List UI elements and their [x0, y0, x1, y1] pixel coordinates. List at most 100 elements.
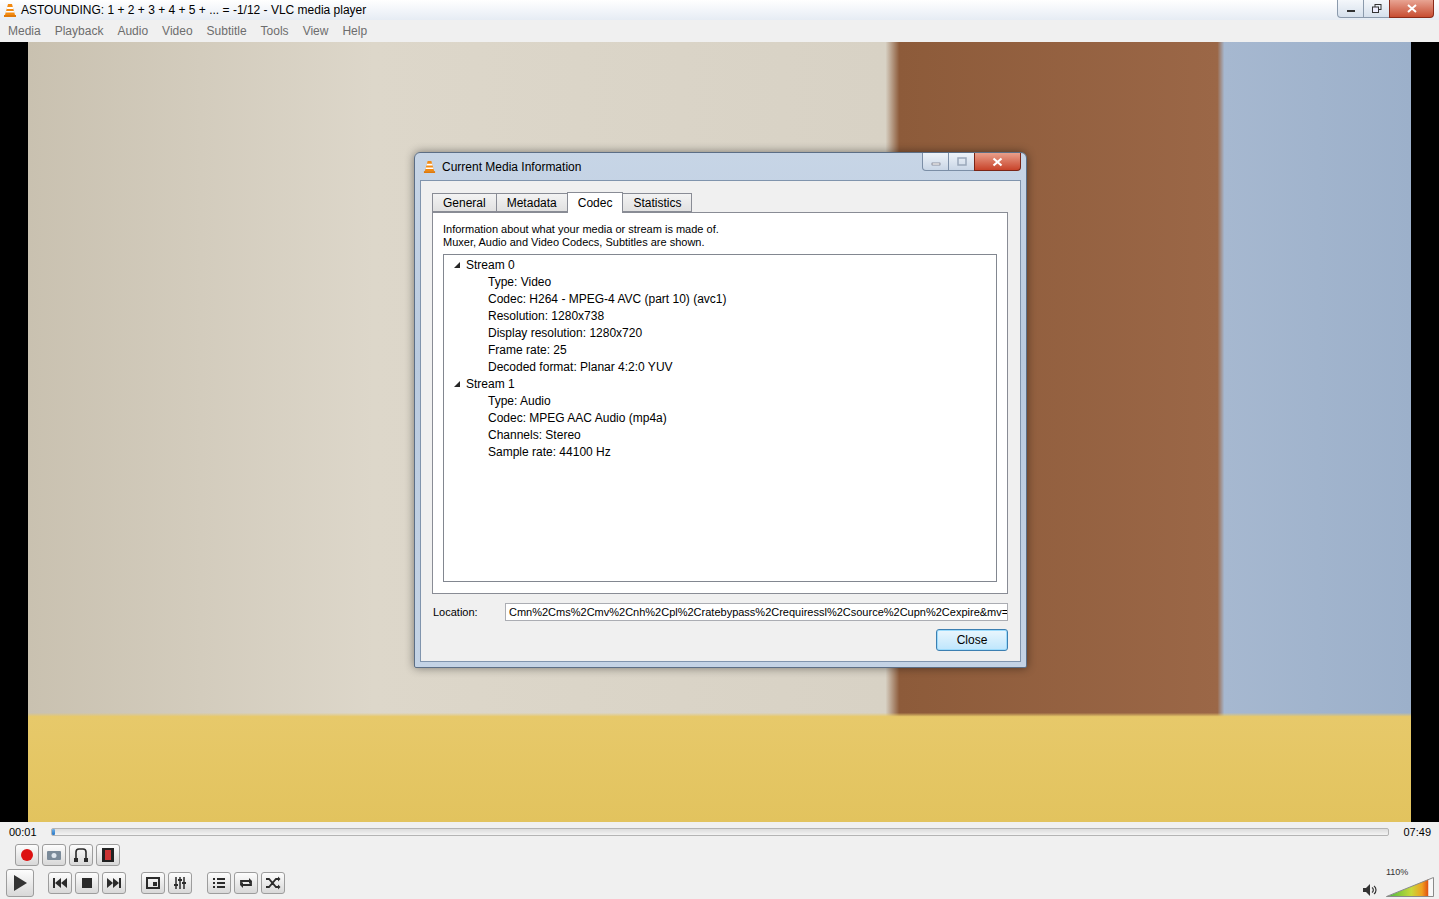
duration-time: 07:49	[1403, 826, 1431, 838]
volume-slider[interactable]	[1386, 877, 1434, 897]
extended-settings-button[interactable]	[168, 872, 192, 894]
stream-field[interactable]: Display resolution: 1280x720	[448, 324, 992, 341]
tab[interactable]: Statistics	[622, 193, 692, 212]
stream-name: Stream 1	[466, 377, 515, 391]
expanded-arrow-icon	[452, 260, 462, 270]
dialog-title: Current Media Information	[442, 160, 581, 174]
tab[interactable]: Codec	[567, 192, 624, 213]
menu-item[interactable]: View	[296, 24, 336, 38]
restore-icon	[1372, 4, 1382, 13]
close-button[interactable]: Close	[936, 629, 1008, 651]
snapshot-button[interactable]	[42, 844, 66, 866]
button-row: Close	[432, 629, 1008, 651]
stream-row[interactable]: Stream 0	[448, 256, 992, 273]
location-field[interactable]: Cmn%2Cms%2Cmv%2Cnh%2Cpl%2Cratebypass%2Cr…	[505, 603, 1008, 621]
shuffle-icon	[265, 876, 281, 890]
playlist-icon	[212, 877, 226, 889]
stream-name: Stream 0	[466, 258, 515, 272]
menu-item[interactable]: Help	[335, 24, 374, 38]
stream-field[interactable]: Decoded format: Planar 4:2:0 YUV	[448, 358, 992, 375]
next-icon	[106, 877, 122, 889]
menu-item[interactable]: Audio	[110, 24, 155, 38]
previous-button[interactable]	[48, 872, 72, 894]
stream-field[interactable]: Type: Audio	[448, 392, 992, 409]
volume-control: 110%	[1362, 867, 1434, 899]
minimize-icon	[931, 158, 941, 166]
frame-step-button[interactable]	[96, 844, 120, 866]
stream-field[interactable]: Resolution: 1280x738	[448, 307, 992, 324]
stop-button[interactable]	[75, 872, 99, 894]
playlist-button[interactable]	[207, 872, 231, 894]
stream-tree: Stream 0Type: VideoCodec: H264 - MPEG-4 …	[443, 254, 997, 582]
next-button[interactable]	[102, 872, 126, 894]
dialog-controls	[923, 153, 1021, 171]
shuffle-button[interactable]	[261, 872, 285, 894]
fullscreen-button[interactable]	[141, 872, 165, 894]
menu-item[interactable]: Subtitle	[200, 24, 254, 38]
description-text: Information about what your media or str…	[443, 223, 997, 236]
maximize-icon	[957, 157, 967, 166]
menu-item[interactable]: Video	[155, 24, 199, 38]
stream-field[interactable]: Channels: Stereo	[448, 426, 992, 443]
menu-item[interactable]: Tools	[254, 24, 296, 38]
camera-icon	[46, 848, 62, 862]
close-window-button[interactable]	[1389, 0, 1434, 18]
dialog-close-button[interactable]	[974, 153, 1021, 171]
seek-fill	[52, 829, 55, 835]
seek-bar[interactable]	[51, 828, 1390, 836]
minimize-icon	[1346, 5, 1356, 13]
loop-icon	[238, 876, 254, 890]
vlc-cone-icon	[3, 3, 17, 17]
playlist-group	[207, 872, 285, 894]
loop-ab-button[interactable]	[69, 844, 93, 866]
tab-bar: GeneralMetadataCodecStatistics	[432, 193, 1008, 212]
location-label: Location:	[432, 606, 505, 618]
close-icon	[992, 157, 1003, 167]
location-row: Location:Cmn%2Cms%2Cmv%2Cnh%2Cpl%2Crateb…	[432, 603, 1008, 621]
expanded-arrow-icon	[452, 379, 462, 389]
record-button[interactable]	[15, 844, 39, 866]
volume-reading: 110%	[1386, 867, 1408, 877]
play-icon	[12, 874, 28, 892]
play-button[interactable]	[6, 869, 34, 897]
volume-column: 110%	[1386, 867, 1434, 897]
play-group	[6, 869, 34, 897]
advanced-controls	[0, 842, 1439, 867]
stream-field[interactable]: Codec: H264 - MPEG-4 AVC (part 10) (avc1…	[448, 290, 992, 307]
window-controls	[1338, 0, 1434, 18]
stop-icon	[81, 877, 93, 889]
equalizer-icon	[173, 876, 187, 890]
transport-group	[48, 872, 126, 894]
media-info-dialog: Current Media Information GeneralMetadata…	[414, 152, 1027, 668]
restore-button[interactable]	[1363, 0, 1390, 18]
seek-row: 00:01 07:49	[0, 822, 1439, 842]
stream-row[interactable]: Stream 1	[448, 375, 992, 392]
menu-item[interactable]: Media	[1, 24, 48, 38]
tab[interactable]: General	[432, 193, 497, 212]
dialog-minimize-button[interactable]	[922, 153, 949, 171]
record-icon	[20, 848, 34, 862]
stream-field[interactable]: Frame rate: 25	[448, 341, 992, 358]
fullscreen-icon	[146, 877, 160, 889]
dialog-body: GeneralMetadataCodecStatistics Informatio…	[420, 180, 1021, 662]
dialog-maximize-button[interactable]	[948, 153, 975, 171]
view-group	[141, 872, 192, 894]
title-bar: ASTOUNDING: 1 + 2 + 3 + 4 + 5 + ... = -1…	[0, 0, 1439, 20]
elapsed-time: 00:01	[9, 826, 37, 838]
menu-item[interactable]: Playback	[48, 24, 111, 38]
menu-bar: MediaPlaybackAudioVideoSubtitleToolsView…	[0, 20, 1439, 42]
film-frame-icon	[101, 847, 115, 863]
loop-ab-icon	[73, 847, 89, 863]
stream-field[interactable]: Codec: MPEG AAC Audio (mp4a)	[448, 409, 992, 426]
vlc-cone-icon	[423, 160, 436, 173]
dialog-title-bar: Current Media Information	[415, 153, 1026, 180]
minimize-button[interactable]	[1337, 0, 1364, 18]
window-title: ASTOUNDING: 1 + 2 + 3 + 4 + 5 + ... = -1…	[21, 3, 366, 17]
vlc-window: ASTOUNDING: 1 + 2 + 3 + 4 + 5 + ... = -1…	[0, 0, 1439, 899]
close-icon	[1407, 4, 1417, 13]
stream-field[interactable]: Type: Video	[448, 273, 992, 290]
description-text: Muxer, Audio and Video Codecs, Subtitles…	[443, 236, 997, 249]
tab[interactable]: Metadata	[496, 193, 568, 212]
loop-button[interactable]	[234, 872, 258, 894]
stream-field[interactable]: Sample rate: 44100 Hz	[448, 443, 992, 460]
